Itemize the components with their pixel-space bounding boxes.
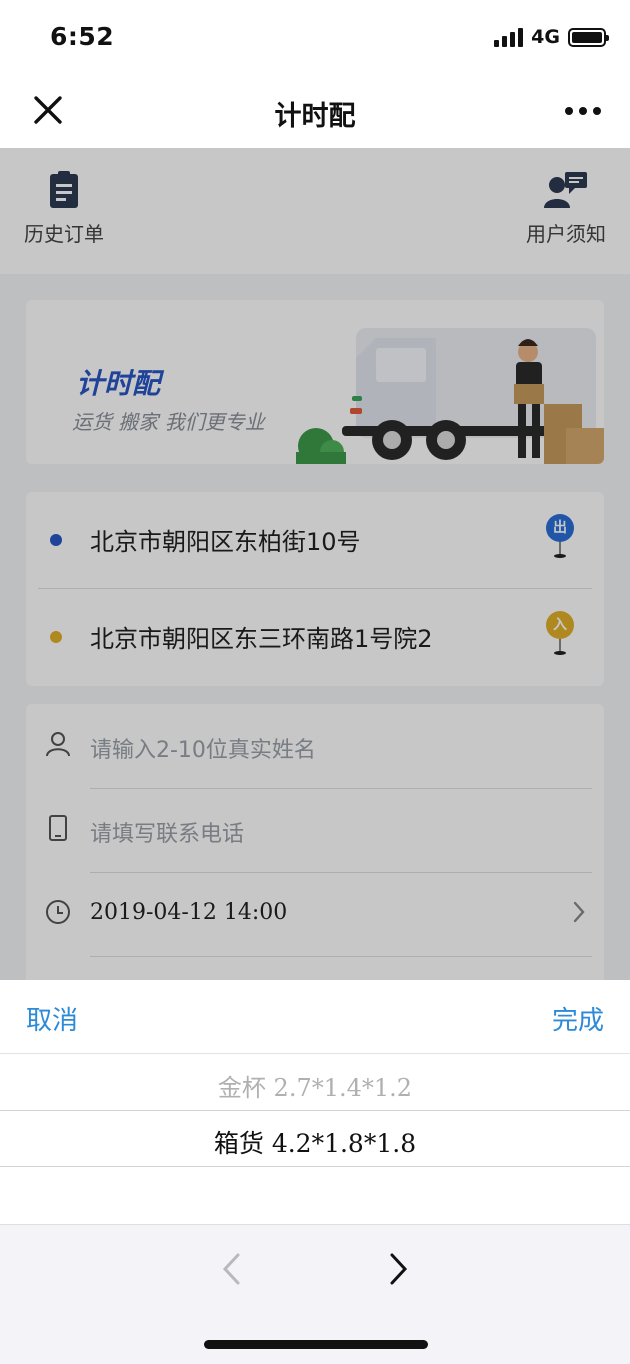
status-time: 6:52 bbox=[50, 22, 115, 51]
signal-icon bbox=[494, 27, 524, 47]
chevron-left-icon[interactable] bbox=[220, 1251, 242, 1287]
page-title: 计时配 bbox=[274, 101, 356, 132]
picker-option[interactable]: 金杯 2.7*1.4*1.2 bbox=[0, 1068, 630, 1103]
nav-bar: 计时配 bbox=[0, 74, 630, 148]
network-type: 4G bbox=[531, 26, 560, 48]
picker-toolbar: 取消 完成 bbox=[0, 980, 630, 1054]
battery-icon bbox=[568, 27, 609, 47]
more-icon[interactable] bbox=[564, 102, 602, 120]
done-button[interactable]: 完成 bbox=[552, 1000, 604, 1037]
status-indicators: 4G bbox=[494, 26, 609, 48]
picker-option-selected[interactable]: 箱货 4.2*1.8*1.8 bbox=[0, 1124, 630, 1160]
chevron-right-icon[interactable] bbox=[388, 1251, 410, 1287]
modal-overlay[interactable] bbox=[0, 148, 630, 980]
status-bar: 6:52 4G bbox=[0, 0, 630, 74]
selection-line-bottom bbox=[0, 1166, 630, 1167]
selection-line-top bbox=[0, 1110, 630, 1111]
cancel-button[interactable]: 取消 bbox=[26, 1000, 78, 1037]
home-indicator bbox=[204, 1340, 428, 1349]
